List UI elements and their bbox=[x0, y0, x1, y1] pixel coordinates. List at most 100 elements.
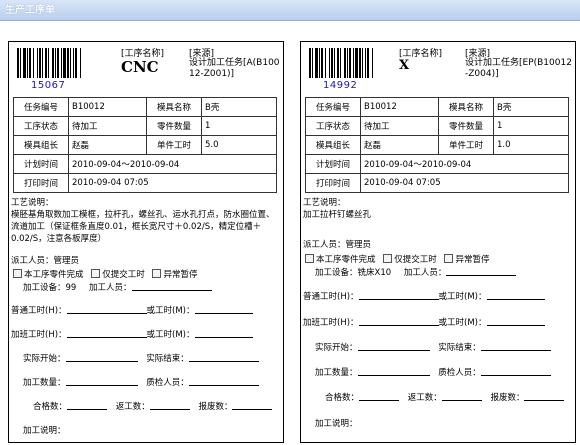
process-card: 15067 [工序名称] CNC [来源] 设计加工任务[A(B10012-Z0… bbox=[8, 41, 284, 443]
leader-label: 模具组长 bbox=[305, 135, 361, 155]
normal-hours-field[interactable] bbox=[66, 305, 147, 314]
qty-row: 加工数量： 质检人员： bbox=[23, 376, 259, 388]
task-no-label: 任务编号 bbox=[13, 97, 69, 117]
actual-start-label: 实际开始： bbox=[23, 354, 66, 364]
actual-start-field[interactable] bbox=[65, 353, 138, 362]
scrap-qty-field[interactable] bbox=[524, 392, 565, 401]
equipment-row: 加工设备：铣床X10 加工人员： bbox=[315, 266, 517, 278]
source-value: 设计加工任务[A(B10012-Z001)] bbox=[189, 58, 280, 79]
unit-time-label: 单件工时 bbox=[146, 135, 202, 155]
dispatcher-row: 派工人员：管理员 bbox=[11, 254, 79, 266]
unit-time-label: 单件工时 bbox=[438, 135, 494, 155]
mold-name-label: 模具名称 bbox=[438, 97, 494, 117]
result-row: 合格数： 返工数： 报废数： bbox=[325, 391, 565, 403]
plan-time: 2010-09-04～2010-09-04 bbox=[360, 154, 569, 174]
process-note-row: 加工说明： bbox=[23, 424, 66, 436]
rework-qty-field[interactable] bbox=[441, 392, 482, 401]
submit-hours-checkbox[interactable] bbox=[383, 254, 393, 263]
inspector-field[interactable] bbox=[480, 367, 551, 376]
inspector-field[interactable] bbox=[188, 377, 259, 386]
or-overtime-field[interactable] bbox=[486, 317, 545, 326]
result-row: 合格数： 返工数： 报废数： bbox=[33, 400, 273, 412]
normal-hours-field[interactable] bbox=[358, 291, 439, 300]
abnormal-pause-checkbox[interactable] bbox=[152, 269, 162, 278]
leader: 赵磊 bbox=[360, 135, 439, 155]
worker-field[interactable] bbox=[131, 282, 212, 291]
or-overtime-field[interactable] bbox=[194, 329, 253, 338]
equipment: 99 bbox=[65, 283, 77, 293]
dispatcher: 管理员 bbox=[53, 256, 80, 266]
process-qty-label: 加工数量： bbox=[23, 378, 66, 388]
equipment-label: 加工设备： bbox=[315, 268, 358, 278]
rework-qty-label: 返工数： bbox=[115, 402, 150, 412]
overtime-hours-field[interactable] bbox=[66, 329, 147, 338]
actual-end-field[interactable] bbox=[480, 342, 551, 351]
process-card: 14992 [工序名称] X [来源] 设计加工任务[EP(B10012-Z00… bbox=[300, 41, 576, 443]
normal-hours-row: 普通工时(H)： 或工时(M)： bbox=[303, 290, 545, 302]
overtime-hours-label: 加班工时(H)： bbox=[11, 330, 67, 340]
dispatcher: 管理员 bbox=[345, 240, 372, 250]
craft-label: 工艺说明： bbox=[303, 198, 346, 208]
dispatcher-label: 派工人员： bbox=[303, 240, 346, 250]
part-complete-label: 本工序零件完成 bbox=[24, 270, 84, 280]
leader: 赵磊 bbox=[68, 135, 147, 155]
abnormal-pause-checkbox[interactable] bbox=[444, 254, 454, 263]
task-no: B10012 bbox=[360, 97, 439, 117]
rework-qty-field[interactable] bbox=[149, 401, 190, 410]
overtime-row: 加班工时(H)： 或工时(M)： bbox=[11, 328, 253, 340]
dispatcher-label: 派工人员： bbox=[11, 256, 54, 266]
window-title: 生产工序单 bbox=[0, 0, 580, 21]
task-no: B10012 bbox=[68, 97, 147, 117]
mold-name-label: 模具名称 bbox=[146, 97, 202, 117]
actual-time-row: 实际开始： 实际结束： bbox=[23, 352, 259, 364]
overtime-hours-field[interactable] bbox=[358, 317, 439, 326]
part-count: 1 bbox=[201, 116, 277, 136]
barcode bbox=[17, 48, 113, 78]
inspector-label: 质检人员： bbox=[438, 368, 481, 378]
or-hours-field[interactable] bbox=[194, 305, 253, 314]
worker-label: 加工人员： bbox=[89, 283, 132, 293]
barcode-number: 14992 bbox=[323, 80, 358, 91]
submit-hours-checkbox[interactable] bbox=[91, 269, 101, 278]
actual-time-row: 实际开始： 实际结束： bbox=[315, 341, 551, 353]
qty-row: 加工数量： 质检人员： bbox=[315, 366, 551, 378]
leader-label: 模具组长 bbox=[13, 135, 69, 155]
status-label: 工序状态 bbox=[13, 116, 69, 136]
part-count-label: 零件数量 bbox=[438, 116, 494, 136]
process-name: X bbox=[399, 58, 410, 73]
status: 待加工 bbox=[68, 116, 147, 136]
or-hours-label: 或工时(M)： bbox=[438, 292, 487, 302]
worker-field[interactable] bbox=[446, 267, 517, 276]
or-hours-field[interactable] bbox=[486, 291, 545, 300]
process-qty-field[interactable] bbox=[357, 367, 430, 376]
pass-qty-field[interactable] bbox=[359, 392, 400, 401]
abnormal-pause-label: 异常暂停 bbox=[163, 270, 198, 280]
unit-time: 5.0 bbox=[201, 135, 277, 155]
part-complete-checkbox[interactable] bbox=[13, 269, 22, 278]
actual-start-label: 实际开始： bbox=[315, 343, 358, 353]
info-table: 任务编号 B10012 模具名称 B壳 工序状态 待加工 零件数量 1 模具组长… bbox=[13, 97, 277, 193]
dispatcher-row: 派工人员：管理员 bbox=[303, 238, 371, 250]
print-time-label: 打印时间 bbox=[305, 173, 361, 193]
source-value: 设计加工任务[EP(B10012-Z004)] bbox=[465, 58, 572, 79]
actual-start-field[interactable] bbox=[357, 342, 430, 351]
rework-qty-label: 返工数： bbox=[407, 393, 442, 403]
mold-name: B壳 bbox=[201, 97, 277, 117]
actual-end-label: 实际结束： bbox=[438, 343, 481, 353]
status: 待加工 bbox=[360, 116, 439, 136]
pass-qty-label: 合格数： bbox=[33, 402, 68, 412]
task-no-label: 任务编号 bbox=[305, 97, 361, 117]
pass-qty-field[interactable] bbox=[67, 401, 108, 410]
status-label: 工序状态 bbox=[305, 116, 361, 136]
actual-end-field[interactable] bbox=[188, 353, 259, 362]
scrap-qty-field[interactable] bbox=[232, 401, 273, 410]
abnormal-pause-label: 异常暂停 bbox=[455, 255, 490, 265]
part-complete-label: 本工序零件完成 bbox=[316, 255, 376, 265]
part-complete-checkbox[interactable] bbox=[305, 254, 314, 263]
submit-hours-label: 仅提交工时 bbox=[102, 270, 145, 280]
actual-end-label: 实际结束： bbox=[146, 354, 189, 364]
or-hours-label: 或工时(M)： bbox=[146, 306, 195, 316]
process-qty-field[interactable] bbox=[65, 377, 138, 386]
craft-label: 工艺说明： bbox=[11, 198, 54, 208]
unit-time: 1.0 bbox=[493, 135, 569, 155]
